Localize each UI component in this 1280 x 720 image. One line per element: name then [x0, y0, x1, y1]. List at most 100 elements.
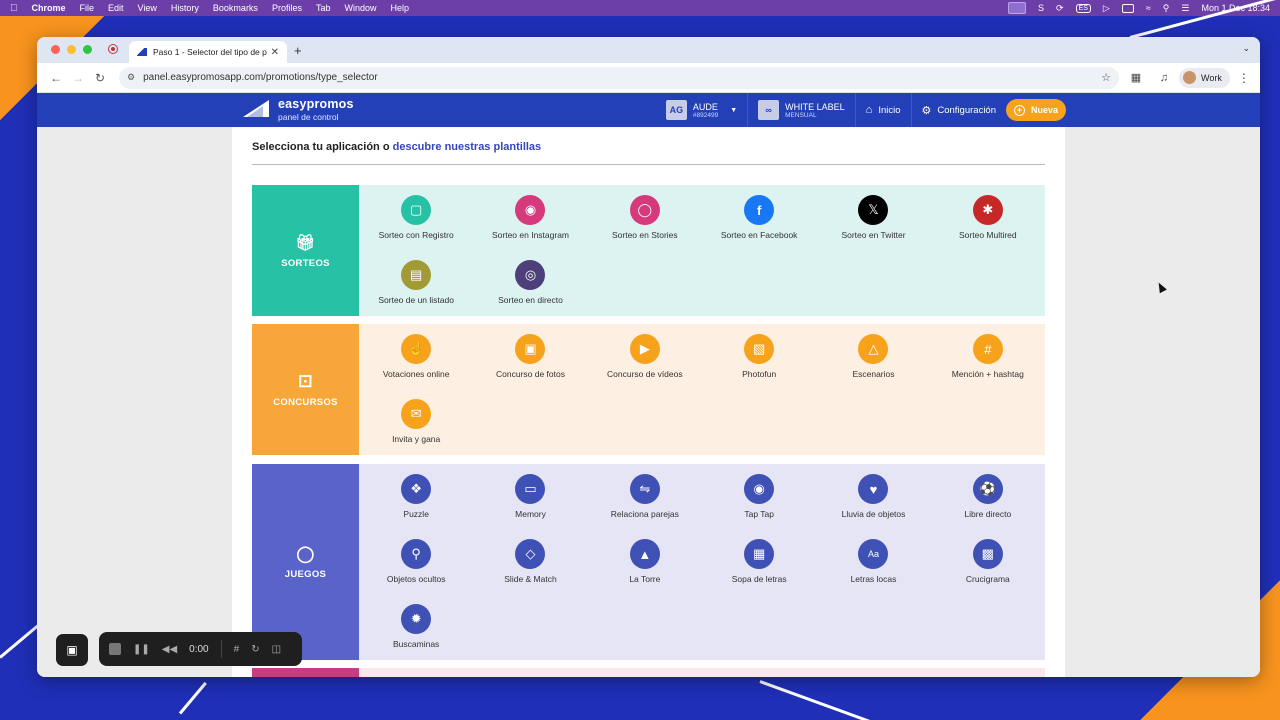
- battery-icon[interactable]: [1121, 3, 1134, 13]
- input-language-badge[interactable]: ES: [1075, 3, 1091, 13]
- rewind-icon[interactable]: ◀◀: [162, 644, 177, 655]
- app-escenarios[interactable]: △ Escenarios: [816, 334, 930, 399]
- network-icon: ✱: [972, 195, 1003, 225]
- app-label: Letras locas: [850, 574, 897, 584]
- site-info-icon[interactable]: ⚙: [127, 72, 135, 83]
- app-label: Invita y gana: [392, 434, 441, 444]
- magnifier-icon: ⚲: [401, 539, 432, 569]
- nav-inicio[interactable]: ⌂ Inicio: [856, 93, 912, 127]
- app-mencion-hashtag[interactable]: # Mención + hashtag: [931, 334, 1045, 399]
- plus-circle-icon: +: [1013, 104, 1025, 116]
- apple-icon[interactable]: : [10, 3, 18, 14]
- app-sopa-letras[interactable]: ▦ Sopa de letras: [702, 539, 816, 604]
- tab-strip: Paso 1 - Selector del tipo de p ✕ + ⌄: [37, 37, 1260, 63]
- menu-profiles[interactable]: Profiles: [272, 3, 302, 13]
- app-puzzle[interactable]: ❖ Puzzle: [359, 474, 473, 539]
- brand-block[interactable]: easypromos panel de control: [278, 97, 354, 122]
- app-concurso-fotos[interactable]: ▣ Concurso de fotos: [473, 334, 587, 399]
- reload-button[interactable]: ↻: [89, 71, 111, 85]
- new-tab-button[interactable]: +: [294, 43, 302, 58]
- app-label: Concurso de vídeos: [607, 369, 683, 379]
- camera-toggle-button[interactable]: ▣: [56, 634, 88, 666]
- extensions-puzzle-icon[interactable]: ▦: [1125, 71, 1147, 84]
- spotlight-search-icon[interactable]: ⚲: [1163, 3, 1170, 14]
- menu-edit[interactable]: Edit: [108, 3, 124, 13]
- close-window-button[interactable]: [51, 45, 60, 54]
- bookmark-star-icon[interactable]: ☆: [1101, 71, 1111, 84]
- app-crucigrama[interactable]: ▩ Crucigrama: [931, 539, 1045, 604]
- app-la-torre[interactable]: ▲ La Torre: [588, 539, 702, 604]
- recording-indicator-icon: [108, 44, 118, 54]
- forward-button[interactable]: →: [67, 71, 89, 85]
- control-center-icon[interactable]: ☰: [1181, 3, 1189, 14]
- sync-icon[interactable]: ⟳: [1056, 3, 1064, 14]
- back-button[interactable]: ←: [45, 71, 67, 85]
- stop-recording-button[interactable]: [109, 643, 121, 655]
- s-app-icon[interactable]: S: [1038, 3, 1044, 13]
- wifi-icon[interactable]: ≈: [1146, 3, 1151, 13]
- app-photofun[interactable]: ▧ Photofun: [702, 334, 816, 399]
- app-tap-tap[interactable]: ◉ Tap Tap: [702, 474, 816, 539]
- easypromos-logo-icon[interactable]: [243, 100, 269, 117]
- screen-mirror-icon[interactable]: [1008, 2, 1026, 14]
- app-sorteo-con-registro[interactable]: ▢ Sorteo con Registro: [359, 195, 473, 260]
- app-label: Buscaminas: [393, 639, 440, 649]
- app-sorteo-twitter[interactable]: 𝕏 Sorteo en Twitter: [816, 195, 930, 260]
- plan-badge[interactable]: ∞ WHITE LABEL MENSUAL: [748, 93, 856, 127]
- app-buscaminas[interactable]: ✹ Buscaminas: [359, 604, 473, 669]
- media-controls-icon[interactable]: ♫: [1153, 72, 1175, 84]
- browser-window: Paso 1 - Selector del tipo de p ✕ + ⌄ ← …: [37, 37, 1260, 677]
- browser-menu-icon[interactable]: ⋮: [1238, 71, 1250, 85]
- app-libre-directo[interactable]: ⚽ Libre directo: [931, 474, 1045, 539]
- app-slide-match[interactable]: ◇ Slide & Match: [473, 539, 587, 604]
- pause-icon[interactable]: ❚❚: [133, 644, 150, 655]
- account-switcher[interactable]: AG AUDE #892499 ▼: [656, 93, 749, 127]
- app-sorteo-stories[interactable]: ◯ Sorteo en Stories: [588, 195, 702, 260]
- app-label: Tap Tap: [744, 509, 774, 519]
- app-sorteo-multired[interactable]: ✱ Sorteo Multired: [931, 195, 1045, 260]
- grid-icon[interactable]: #: [234, 644, 240, 655]
- profile-button[interactable]: Work: [1179, 67, 1230, 88]
- menu-help[interactable]: Help: [390, 3, 409, 13]
- app-label: Sorteo de un listado: [378, 295, 454, 305]
- minimize-window-button[interactable]: [67, 45, 76, 54]
- gear-icon: ⚙: [921, 104, 932, 117]
- menu-window[interactable]: Window: [344, 3, 376, 13]
- app-objetos-ocultos[interactable]: ⚲ Objetos ocultos: [359, 539, 473, 604]
- url-bar[interactable]: ⚙ panel.easypromosapp.com/promotions/typ…: [119, 66, 1119, 89]
- new-promotion-button[interactable]: + Nueva: [1006, 99, 1066, 121]
- restart-icon[interactable]: ↻: [251, 644, 259, 655]
- camera-icon: ▣: [515, 334, 546, 364]
- menu-bookmarks[interactable]: Bookmarks: [213, 3, 258, 13]
- maximize-window-button[interactable]: [83, 45, 92, 54]
- trash-icon[interactable]: ◫: [272, 644, 281, 655]
- close-tab-icon[interactable]: ✕: [271, 47, 279, 58]
- url-text[interactable]: panel.easypromosapp.com/promotions/type_…: [143, 72, 1101, 83]
- tab-search-chevron-icon[interactable]: ⌄: [1242, 43, 1250, 54]
- app-sorteo-directo[interactable]: ◎ Sorteo en directo: [473, 260, 587, 325]
- app-sorteo-instagram[interactable]: ◉ Sorteo en Instagram: [473, 195, 587, 260]
- app-invita-y-gana[interactable]: ✉ Invita y gana: [359, 399, 473, 464]
- menu-app-name[interactable]: Chrome: [32, 3, 66, 13]
- app-sorteo-listado[interactable]: ▤ Sorteo de un listado: [359, 260, 473, 325]
- play-icon[interactable]: ▷: [1103, 3, 1110, 14]
- menu-tab[interactable]: Tab: [316, 3, 331, 13]
- account-id: #892499: [692, 111, 719, 119]
- nav-configuracion[interactable]: ⚙ Configuración: [912, 93, 1007, 127]
- app-grid: ❖ Puzzle ▭ Memory ⇋ Relaciona parejas ◉ …: [359, 464, 1045, 660]
- app-memory[interactable]: ▭ Memory: [473, 474, 587, 539]
- puzzle-icon: ❖: [401, 474, 432, 504]
- app-votaciones-online[interactable]: ☝ Votaciones online: [359, 334, 473, 399]
- menu-history[interactable]: History: [171, 3, 199, 13]
- app-lluvia-objetos[interactable]: ♥ Lluvia de objetos: [816, 474, 930, 539]
- app-label: Memory: [515, 509, 546, 519]
- browser-tab-active[interactable]: Paso 1 - Selector del tipo de p ✕: [129, 41, 287, 63]
- menu-view[interactable]: View: [138, 3, 157, 13]
- templates-link[interactable]: descubre nuestras plantillas: [393, 141, 542, 153]
- app-concurso-videos[interactable]: ▶ Concurso de vídeos: [588, 334, 702, 399]
- cards-icon: ▭: [515, 474, 546, 504]
- menu-file[interactable]: File: [80, 3, 95, 13]
- app-letras-locas[interactable]: Aa Letras locas: [816, 539, 930, 604]
- app-sorteo-facebook[interactable]: f Sorteo en Facebook: [702, 195, 816, 260]
- app-relaciona-parejas[interactable]: ⇋ Relaciona parejas: [588, 474, 702, 539]
